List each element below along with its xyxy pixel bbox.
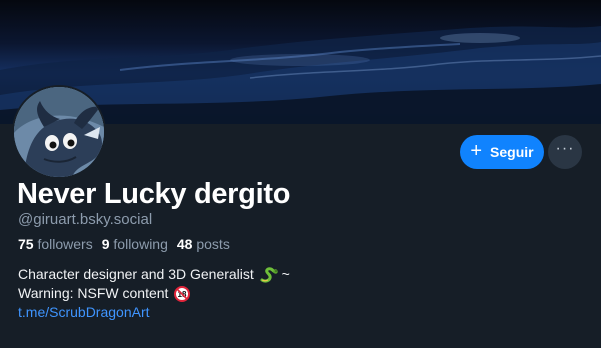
avatar-dragon-image [14, 87, 104, 177]
profile-bio: Character designer and 3D Generalist ~ W… [18, 265, 290, 322]
following-label: following [113, 236, 168, 252]
profile-handle: @giruart.bsky.social [18, 211, 153, 228]
snake-emoji-icon [260, 267, 278, 283]
following-count: 9 [101, 236, 110, 252]
bio-line-1-text: Character designer and 3D Generalist [18, 266, 254, 282]
bio-line-1: Character designer and 3D Generalist ~ [18, 265, 290, 284]
posts-count: 48 [176, 236, 193, 252]
followers-stat[interactable]: 75 followers [18, 236, 93, 252]
bio-line-1-suffix: ~ [281, 266, 290, 282]
followers-count: 75 [18, 236, 34, 252]
bio-line-3: t.me/ScrubDragonArt [18, 303, 290, 322]
followers-label: followers [37, 236, 93, 252]
avatar[interactable] [12, 85, 106, 179]
follow-button[interactable]: + Seguir [460, 135, 544, 169]
posts-label: posts [196, 236, 230, 252]
no-under-18-icon: 18 [174, 286, 191, 303]
bio-line-2: Warning: NSFW content 18 [18, 284, 290, 303]
following-stat[interactable]: 9 following [102, 236, 168, 252]
more-options-button[interactable]: ··· [548, 135, 582, 169]
bio-link[interactable]: t.me/ScrubDragonArt [18, 304, 150, 320]
ellipsis-icon: ··· [555, 140, 575, 157]
profile-stats: 75 followers 9 following 48 posts [18, 236, 230, 252]
plus-icon: + [470, 140, 483, 162]
display-name: Never Lucky dergito [17, 178, 291, 210]
follow-button-label: Seguir [490, 144, 534, 160]
bio-line-2-text: Warning: NSFW content [18, 285, 169, 301]
posts-stat: 48 posts [177, 236, 230, 252]
